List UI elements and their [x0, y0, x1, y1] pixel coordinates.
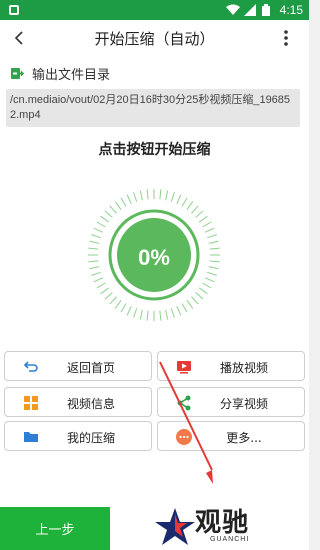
output-dir-header: 输出文件目录	[10, 64, 111, 83]
more-button[interactable]: 更多...	[157, 421, 305, 451]
dial-tick	[176, 305, 182, 316]
dial-tick	[165, 309, 169, 320]
dial-tick	[195, 292, 204, 300]
dial-tick	[207, 271, 217, 276]
dial-tick	[139, 309, 143, 320]
dial-tick	[89, 240, 100, 244]
dial-tick	[133, 308, 138, 318]
play-video-label: 播放视频	[219, 361, 268, 375]
share-video-button[interactable]: 分享视频	[157, 387, 305, 417]
grid-icon	[24, 396, 38, 410]
dial-tick	[195, 210, 204, 218]
compress-prompt: 点击按钮开始压缩	[98, 142, 211, 158]
overflow-menu-icon[interactable]	[281, 28, 291, 48]
share-icon	[177, 395, 191, 411]
dial-tick	[159, 189, 162, 200]
export-folder-icon	[11, 68, 24, 79]
dial-tick	[91, 271, 101, 276]
signal-icon	[244, 4, 256, 16]
more-label: 更多...	[226, 431, 262, 445]
home-button[interactable]: 返回首页	[4, 351, 152, 381]
dial-tick	[109, 205, 117, 214]
video-info-button[interactable]: 视频信息	[4, 387, 152, 417]
video-info-label: 视频信息	[66, 397, 115, 411]
dial-tick	[120, 303, 127, 313]
share-video-label: 分享视频	[219, 397, 268, 411]
page-title: 开始压缩（自动）	[94, 30, 215, 48]
watermark-sub: GUANCHI	[210, 536, 250, 543]
dial-tick	[146, 310, 149, 321]
dial-tick	[120, 197, 127, 207]
dial-tick	[126, 194, 132, 205]
dial-tick	[204, 227, 215, 233]
wifi-icon	[226, 4, 240, 15]
dial-tick	[104, 210, 113, 218]
dial-tick	[96, 282, 106, 289]
android-icon	[9, 5, 19, 15]
folder-icon	[24, 432, 38, 442]
dial-tick	[181, 197, 188, 207]
my-compress-button[interactable]: 我的压缩	[4, 421, 152, 451]
dial-tick	[126, 305, 132, 316]
dial-tick	[165, 190, 169, 201]
dial-tick	[207, 234, 217, 239]
dial-tick	[199, 215, 208, 223]
home-button-label: 返回首页	[66, 361, 115, 375]
dial-tick	[104, 292, 113, 300]
dial-tick	[170, 192, 175, 202]
play-video-button[interactable]: 播放视频	[157, 351, 305, 381]
dial-tick	[96, 221, 106, 228]
dial-tick	[159, 310, 162, 321]
dial-tick	[114, 300, 122, 309]
progress-percent: 0%	[138, 245, 170, 270]
dial-tick	[114, 201, 122, 210]
dial-tick	[202, 221, 212, 228]
dial-tick	[91, 234, 101, 239]
status-time: 4:15	[279, 3, 303, 17]
dial-tick	[170, 308, 175, 318]
dial-tick	[186, 300, 194, 309]
dial-tick	[191, 296, 199, 305]
dial-tick	[93, 227, 104, 233]
dial-tick	[146, 189, 149, 200]
main-content: 输出文件目录 /cn.mediaio/vout/02月20日16时30分25秒视…	[0, 56, 309, 507]
dial-tick	[202, 282, 212, 289]
return-icon	[23, 361, 38, 372]
dial-tick	[139, 190, 143, 201]
dial-tick	[181, 303, 188, 313]
dial-tick	[100, 287, 109, 295]
output-path: /cn.mediaio/vout/02月20日16时30分25秒视频压缩_196…	[6, 89, 300, 127]
dial-tick	[199, 287, 208, 295]
previous-step-button[interactable]: 上一步	[0, 507, 110, 550]
dial-tick	[186, 201, 194, 210]
dial-tick	[93, 277, 104, 283]
output-dir-label: 输出文件目录	[32, 67, 111, 83]
dial-tick	[208, 240, 219, 244]
dial-tick	[133, 192, 138, 202]
dial-tick	[109, 296, 117, 305]
watermark-brand: 观驰	[195, 508, 250, 538]
dial-tick	[204, 277, 215, 283]
more-dots-icon	[176, 429, 192, 445]
battery-icon	[262, 4, 270, 16]
dial-tick	[191, 205, 199, 214]
play-video-icon	[177, 361, 191, 374]
dial-tick	[100, 215, 109, 223]
dial-tick	[176, 194, 182, 205]
status-bar: 4:15	[0, 0, 309, 20]
my-compress-label: 我的压缩	[66, 431, 115, 445]
app-bar: 开始压缩（自动）	[0, 20, 309, 56]
